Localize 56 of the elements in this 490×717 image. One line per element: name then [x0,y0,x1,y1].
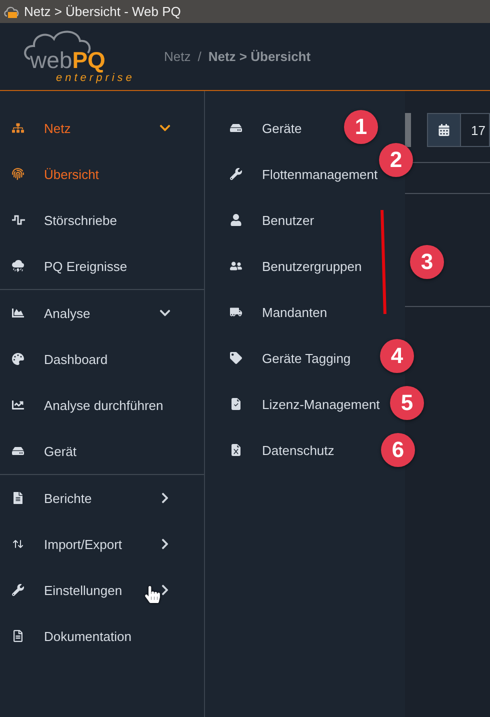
scrollbar-thumb[interactable] [405,113,411,147]
chevron-icon[interactable] [159,538,171,550]
submenu-item[interactable]: Geräte [205,105,304,151]
file-check-icon [230,398,242,410]
breadcrumb-current: Netz > Übersicht [208,49,311,64]
palette-icon [12,353,24,365]
sidebar-item[interactable]: PQ Ereignisse [0,243,204,289]
sidebar-item[interactable]: Berichte [0,475,204,521]
sidebar-item[interactable]: Einstellungen [0,567,204,613]
area-chart-icon [12,307,24,319]
hard-drive-icon [12,445,24,457]
line-chart-icon [12,399,24,411]
hard-drive-icon [230,122,242,134]
submenu-item[interactable]: Flottenmanagement [205,151,380,197]
chevron-icon[interactable] [159,584,171,596]
chevron-icon[interactable] [159,307,171,319]
sidebar-item[interactable]: Netz [0,105,204,151]
pulse-icon [12,215,25,225]
window-title: Netz > Übersicht - Web PQ [24,4,181,19]
wrench-icon [230,168,242,180]
submenu-item[interactable]: Benutzer [205,197,316,243]
user-icon [230,214,242,226]
breadcrumb-separator: / [198,49,202,64]
submenu-item[interactable]: Lizenz-Management [205,381,382,427]
tag-icon [230,352,242,364]
date-field[interactable]: 17 [461,113,490,147]
submenu-item[interactable]: Benutzergruppen [205,243,364,289]
sitemap-icon [12,122,24,134]
submenu-item[interactable]: Mandanten [205,289,330,335]
users-icon [230,260,242,272]
file-warning-icon [230,444,242,456]
cloud-logo-icon [4,4,20,18]
fingerprint-icon [12,168,24,180]
chevron-icon[interactable] [159,492,171,504]
submenu-item[interactable]: Geräte Tagging [205,335,353,381]
sidebar-item[interactable]: Analyse [0,290,204,336]
sidebar-item[interactable]: Dokumentation [0,613,204,659]
wrench-icon [12,584,24,596]
submenu-item[interactable]: Datenschutz [205,427,336,473]
sidebar-item[interactable]: Analyse durchführen [0,382,204,428]
sidebar-item[interactable]: Störschriebe [0,197,204,243]
sidebar-item[interactable]: Übersicht [0,151,204,197]
sort-arrows-icon [12,538,24,550]
logo[interactable]: webPQ enterprise [22,26,142,86]
breadcrumb-link[interactable]: Netz [164,49,191,64]
hand-cursor-icon [144,586,161,603]
file-icon [12,492,24,504]
sidebar-item[interactable]: Gerät [0,428,204,474]
truck-icon [230,306,242,318]
sidebar-item[interactable]: Dashboard [0,336,204,382]
chevron-icon[interactable] [159,122,171,134]
document-icon [12,630,24,642]
calendar-button[interactable] [427,113,461,147]
sidebar-item[interactable]: Import/Export [0,521,204,567]
cloud-lightning-icon [12,260,24,272]
calendar-icon [438,124,450,136]
